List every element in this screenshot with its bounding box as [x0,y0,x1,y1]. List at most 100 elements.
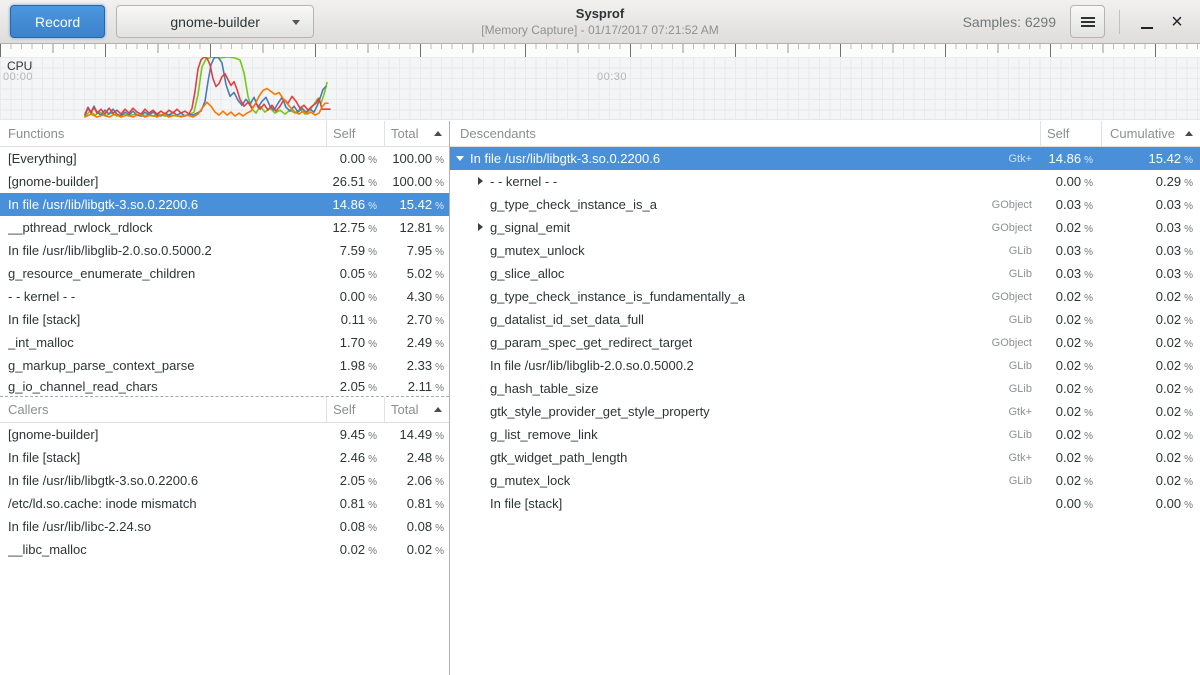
cpu-timeline[interactable]: CPU 00:00 00:30 [0,44,1200,121]
percent-sign: % [1084,385,1093,396]
symbol-name: In file /usr/lib/libgtk-3.so.0.2200.6 [8,473,198,488]
table-row[interactable]: __libc_malloc0.02%0.02% [0,538,449,561]
column-header-total[interactable]: Total [384,121,449,146]
table-row[interactable]: /etc/ld.so.cache: inode mismatch0.81%0.8… [0,492,449,515]
self-percent: 0.00% [1040,496,1101,511]
table-row[interactable]: g_slice_allocGLib0.03%0.03% [450,262,1200,285]
record-button[interactable]: Record [10,5,105,38]
table-row[interactable]: In file [stack]0.11%2.70% [0,308,449,331]
self-percent: 14.86% [326,197,384,212]
table-row[interactable]: g_mutex_unlockGLib0.03%0.03% [450,239,1200,262]
column-header-functions[interactable]: Functions [0,121,326,146]
self-percent-value: 0.02 [1056,312,1081,327]
column-header-self[interactable]: Self [326,397,384,422]
symbol-name: g_markup_parse_context_parse [8,358,194,373]
menu-button[interactable] [1070,5,1105,38]
table-row[interactable]: gtk_style_provider_get_style_propertyGtk… [450,400,1200,423]
table-row[interactable]: g_type_check_instance_is_fundamentally_a… [450,285,1200,308]
cumulative-percent-value: 0.03 [1156,243,1181,258]
chevron-down-icon [292,20,300,25]
column-header-self[interactable]: Self [1040,121,1101,146]
percent-sign: % [1084,316,1093,327]
table-row[interactable]: g_resource_enumerate_children0.05%5.02% [0,262,449,285]
table-row[interactable]: In file /usr/lib/libgtk-3.so.0.2200.6Gtk… [450,147,1200,170]
table-row[interactable]: [Everything]0.00%100.00% [0,147,449,170]
self-percent: 0.02% [1040,404,1101,419]
cpu-graph[interactable]: CPU 00:00 00:30 [0,57,1200,120]
expander-closed-icon[interactable] [475,170,490,193]
percent-sign: % [368,454,377,465]
self-percent-value: 0.02 [1056,404,1081,419]
total-percent-value: 2.48 [407,450,432,465]
total-percent-value: 12.81 [400,220,433,235]
table-row[interactable]: In file [stack]0.00%0.00% [450,492,1200,515]
self-percent-value: 2.05 [340,379,365,394]
percent-sign: % [1084,293,1093,304]
self-percent: 12.75% [326,220,384,235]
cumulative-percent-value: 0.03 [1156,266,1181,281]
table-row[interactable]: [gnome-builder]9.45%14.49% [0,423,449,446]
table-row[interactable]: In file /usr/lib/libc-2.24.so0.08%0.08% [0,515,449,538]
symbol-cell: In file /usr/lib/libgtk-3.so.0.2200.6Gtk… [450,147,1040,170]
table-row[interactable]: - - kernel - -0.00%4.30% [0,285,449,308]
expander-open-icon[interactable] [455,147,470,170]
table-row[interactable]: gtk_widget_path_lengthGtk+0.02%0.02% [450,446,1200,469]
symbol-name: In file /usr/lib/libgtk-3.so.0.2200.6 [8,197,198,212]
column-header-callers[interactable]: Callers [0,397,326,422]
table-row[interactable]: - - kernel - -0.00%0.29% [450,170,1200,193]
library-tag: Gtk+ [1000,406,1040,418]
column-header-cumulative[interactable]: Cumulative [1101,121,1200,146]
symbol-cell: /etc/ld.so.cache: inode mismatch [0,492,326,515]
table-row[interactable]: In file /usr/lib/libglib-2.0.so.0.5000.2… [450,354,1200,377]
separator [1119,10,1120,34]
hamburger-icon [1081,17,1095,27]
self-percent-value: 0.02 [1056,473,1081,488]
percent-sign: % [1184,247,1193,258]
percent-sign: % [368,270,377,281]
table-row[interactable]: g_mutex_lockGLib0.02%0.02% [450,469,1200,492]
total-percent: 2.49% [384,335,449,350]
tree-indent [450,400,475,423]
expander-closed-icon[interactable] [475,216,490,239]
percent-sign: % [435,500,444,511]
library-tag: GLib [1001,268,1040,280]
symbol-name: In file /usr/lib/libglib-2.0.so.0.5000.2 [490,358,694,373]
close-button[interactable]: × [1162,6,1192,38]
self-percent-value: 0.00 [1056,174,1081,189]
self-percent-value: 0.03 [1056,266,1081,281]
time-label-start: 00:00 [3,71,33,83]
table-row[interactable]: _int_malloc1.70%2.49% [0,331,449,354]
table-row[interactable]: g_io_channel_read_chars2.05%2.11% [0,377,449,397]
table-row[interactable]: __pthread_rwlock_rdlock12.75%12.81% [0,216,449,239]
table-row[interactable]: g_param_spec_get_redirect_targetGObject0… [450,331,1200,354]
minimize-button[interactable] [1132,6,1162,38]
column-header-descendants[interactable]: Descendants [450,121,1040,146]
table-row[interactable]: [gnome-builder]26.51%100.00% [0,170,449,193]
table-row[interactable]: In file [stack]2.46%2.48% [0,446,449,469]
table-row[interactable]: In file /usr/lib/libglib-2.0.so.0.5000.2… [0,239,449,262]
percent-sign: % [1184,293,1193,304]
percent-sign: % [368,500,377,511]
percent-sign: % [1084,431,1093,442]
table-row[interactable]: In file /usr/lib/libgtk-3.so.0.2200.6 14.… [0,193,449,216]
column-header-self[interactable]: Self [326,121,384,146]
percent-sign: % [435,178,444,189]
process-selector-dropdown[interactable]: gnome-builder [116,5,314,38]
column-header-total[interactable]: Total [384,397,449,422]
table-row[interactable]: g_signal_emitGObject0.02%0.03% [450,216,1200,239]
table-row[interactable]: g_markup_parse_context_parse1.98%2.33% [0,354,449,377]
self-percent-value: 0.00 [340,151,365,166]
table-row[interactable]: In file /usr/lib/libgtk-3.so.0.2200.62.0… [0,469,449,492]
library-tag: GLib [1001,383,1040,395]
percent-sign: % [1184,385,1193,396]
percent-sign: % [368,362,377,373]
table-row[interactable]: g_list_remove_linkGLib0.02%0.02% [450,423,1200,446]
cumulative-percent: 0.02% [1101,450,1200,465]
timeline-ruler[interactable] [0,44,1200,57]
table-row[interactable]: g_hash_table_sizeGLib0.02%0.02% [450,377,1200,400]
symbol-cell: g_param_spec_get_redirect_targetGObject [450,331,1040,354]
table-row[interactable]: g_type_check_instance_is_aGObject0.03%0.… [450,193,1200,216]
table-row[interactable]: g_datalist_id_set_data_fullGLib0.02%0.02… [450,308,1200,331]
symbol-cell: [gnome-builder] [0,423,326,446]
percent-sign: % [435,339,444,350]
